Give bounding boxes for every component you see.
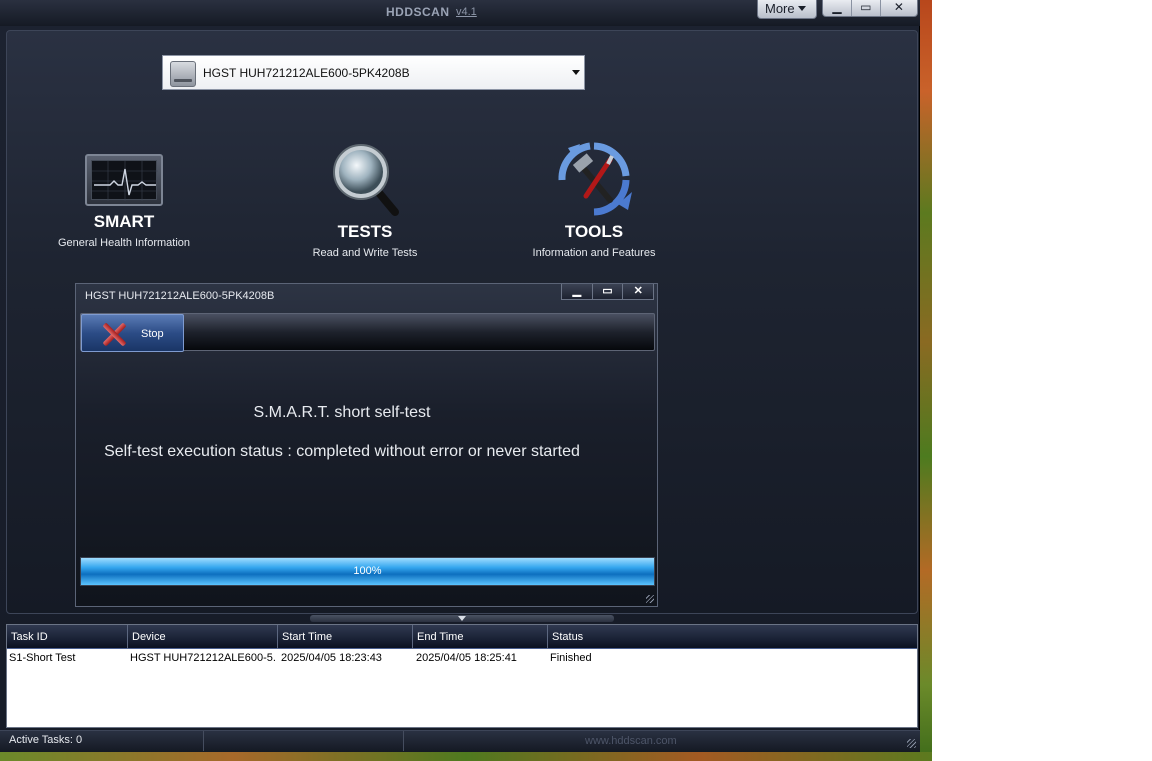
app-title: HDDSCAN <box>386 5 450 19</box>
cell-device: HGST HUH721212ALE600-5... <box>130 652 276 664</box>
website-link[interactable]: www.hddscan.com <box>585 735 677 747</box>
tools-subtitle: Information and Features <box>532 247 656 259</box>
active-tasks-count: Active Tasks: 0 <box>9 734 83 746</box>
magnifier-icon <box>325 142 405 216</box>
desktop-background <box>920 0 932 761</box>
tools-icon <box>554 142 634 216</box>
dialog-toolbar: Stop <box>80 313 655 352</box>
minimize-button[interactable]: ▁ <box>823 0 852 16</box>
hard-drive-icon <box>170 61 196 87</box>
column-header-end-time[interactable]: End Time <box>413 625 548 649</box>
dialog-maximize-button[interactable]: ▭ <box>593 284 624 299</box>
tests-subtitle: Read and Write Tests <box>312 247 418 259</box>
progress-bar: 100% <box>80 557 655 586</box>
smart-title: SMART <box>93 212 155 231</box>
test-name: S.M.A.R.T. short self-test <box>253 404 431 421</box>
stop-icon <box>100 321 128 347</box>
table-header: Task ID Device Start Time End Time Statu… <box>7 625 917 649</box>
cell-task-id: S1-Short Test <box>9 652 76 664</box>
tools-title: TOOLS <box>564 222 624 241</box>
stop-label: Stop <box>141 328 164 340</box>
chevron-down-icon[interactable] <box>458 616 466 621</box>
smart-test-dialog: HGST HUH721212ALE600-5PK4208B ▁ ▭ ✕ Stop… <box>75 283 658 607</box>
title-bar[interactable]: HDDSCAN v4.1 More ▁ ▭ ✕ <box>0 0 920 26</box>
close-button[interactable]: ✕ <box>881 0 917 16</box>
more-menu-button[interactable]: More <box>757 0 817 19</box>
cell-end-time: 2025/04/05 18:25:41 <box>416 652 517 664</box>
dialog-minimize-button[interactable]: ▁ <box>562 284 593 299</box>
task-table: Task ID Device Start Time End Time Statu… <box>6 624 918 728</box>
version-link[interactable]: v4.1 <box>456 6 477 18</box>
resize-grip-icon[interactable] <box>907 739 916 748</box>
table-row[interactable]: S1-Short Test HGST HUH721212ALE600-5... … <box>7 650 917 668</box>
dialog-close-button[interactable]: ✕ <box>623 284 653 299</box>
status-cell-empty <box>204 731 404 751</box>
smart-button[interactable]: SMART General Health Information <box>44 154 204 249</box>
window-controls: ▁ ▭ ✕ <box>822 0 918 17</box>
column-header-start-time[interactable]: Start Time <box>278 625 413 649</box>
dialog-title: HGST HUH721212ALE600-5PK4208B <box>85 290 275 302</box>
cell-status: Finished <box>550 652 592 664</box>
progress-label: 100% <box>353 565 382 577</box>
desktop-background-bottom <box>0 752 932 761</box>
monitor-ecg-icon <box>85 154 163 206</box>
drive-select-value: HGST HUH721212ALE600-5PK4208B <box>203 66 410 80</box>
column-header-status[interactable]: Status <box>548 625 917 649</box>
chevron-down-icon <box>572 70 580 75</box>
tests-button[interactable]: TESTS Read and Write Tests <box>285 142 445 259</box>
stop-button[interactable]: Stop <box>81 314 184 352</box>
column-header-device[interactable]: Device <box>128 625 278 649</box>
status-bar: Active Tasks: 0 www.hddscan.com <box>0 730 920 752</box>
status-cell-active-tasks: Active Tasks: 0 <box>0 731 204 751</box>
resize-grip-icon[interactable] <box>646 595 654 603</box>
tests-title: TESTS <box>337 222 393 241</box>
maximize-button[interactable]: ▭ <box>852 0 881 16</box>
smart-subtitle: General Health Information <box>57 237 191 249</box>
more-label: More <box>765 1 795 16</box>
cell-start-time: 2025/04/05 18:23:43 <box>281 652 382 664</box>
status-message: Self-test execution status : completed w… <box>104 443 580 460</box>
tools-button[interactable]: TOOLS Information and Features <box>514 142 674 259</box>
drive-select[interactable]: HGST HUH721212ALE600-5PK4208B <box>162 55 585 90</box>
chevron-down-icon <box>797 6 806 11</box>
hddscan-window: HDDSCAN v4.1 More ▁ ▭ ✕ HGST HUH721212AL… <box>0 0 920 752</box>
column-header-task-id[interactable]: Task ID <box>7 625 128 649</box>
dialog-window-controls: ▁ ▭ ✕ <box>561 284 654 300</box>
